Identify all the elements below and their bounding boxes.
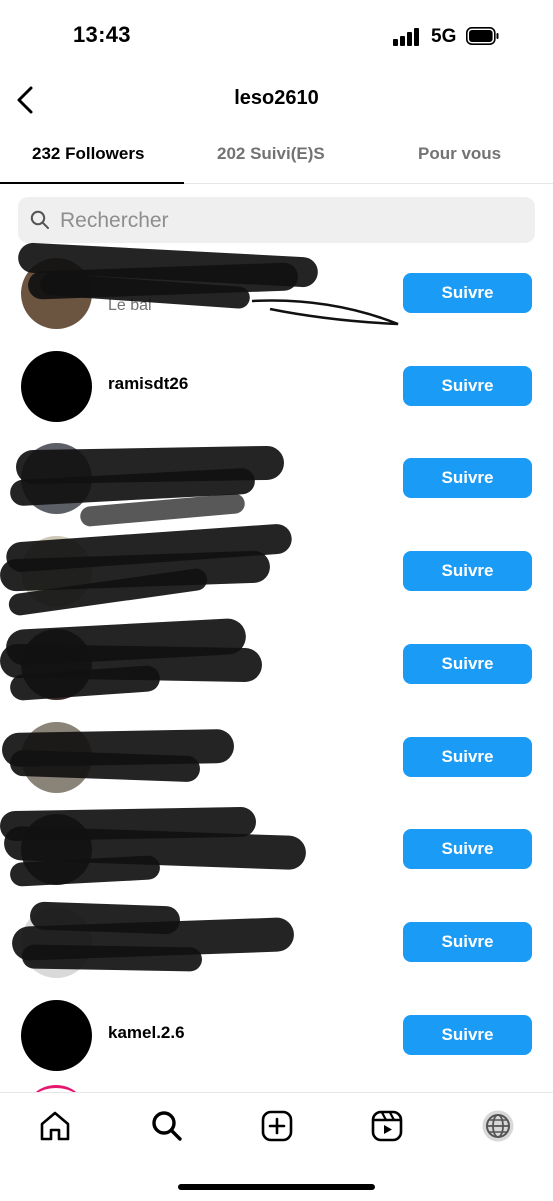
- follow-button[interactable]: Suivre: [403, 737, 532, 777]
- avatar[interactable]: [21, 1000, 92, 1071]
- reels-icon[interactable]: [370, 1109, 404, 1143]
- network-type: 5G: [431, 26, 457, 47]
- list-item[interactable]: Le bal Suivre: [0, 242, 553, 339]
- profile-avatar-icon[interactable]: [481, 1109, 515, 1143]
- profile-header: leso2610: [0, 75, 553, 125]
- list-item[interactable]: Suivre: [0, 617, 553, 710]
- redaction-stroke: [251, 299, 399, 326]
- tab-followers[interactable]: 232 Followers: [32, 144, 144, 164]
- follow-button[interactable]: Suivre: [403, 829, 532, 869]
- tab-following[interactable]: 202 Suivi(E)S: [217, 144, 325, 164]
- follower-username[interactable]: ramisdt26: [108, 374, 188, 394]
- cellular-signal-icon: [393, 28, 421, 46]
- list-item[interactable]: ramisdt26 Suivre: [0, 340, 553, 432]
- status-bar: 13:43 5G: [0, 0, 553, 75]
- status-time: 13:43: [73, 22, 131, 47]
- follow-button[interactable]: Suivre: [403, 922, 532, 962]
- follow-button[interactable]: Suivre: [403, 273, 532, 313]
- page-title: leso2610: [234, 87, 319, 109]
- search-input[interactable]: [58, 203, 522, 239]
- list-item[interactable]: Suivre: [0, 803, 553, 895]
- list-item[interactable]: Suivre: [0, 711, 553, 803]
- search-icon: [30, 210, 49, 229]
- list-item[interactable]: Suivre: [0, 896, 553, 988]
- follow-button[interactable]: Suivre: [403, 458, 532, 498]
- list-item[interactable]: Suivre: [0, 432, 553, 528]
- home-indicator[interactable]: [178, 1184, 375, 1190]
- tab-suggested[interactable]: Pour vous: [418, 144, 501, 164]
- follow-button[interactable]: Suivre: [403, 644, 532, 684]
- create-post-icon[interactable]: [260, 1109, 294, 1143]
- follow-button[interactable]: Suivre: [403, 366, 532, 406]
- avatar[interactable]: [21, 351, 92, 422]
- search-bar[interactable]: [18, 197, 535, 243]
- active-tab-indicator: [0, 182, 184, 184]
- follower-username[interactable]: kamel.2.6: [108, 1023, 185, 1043]
- list-item[interactable]: Suivre: [0, 523, 553, 617]
- battery-icon: [466, 27, 499, 45]
- search-icon[interactable]: [150, 1109, 184, 1143]
- follow-button[interactable]: Suivre: [403, 1015, 532, 1055]
- redaction-scribble: [21, 944, 203, 972]
- home-icon[interactable]: [38, 1109, 72, 1143]
- list-item[interactable]: kamel.2.6 Suivre: [0, 989, 553, 1081]
- follow-button[interactable]: Suivre: [403, 551, 532, 591]
- follow-tabs: 232 Followers 202 Suivi(E)S Pour vous: [0, 130, 553, 184]
